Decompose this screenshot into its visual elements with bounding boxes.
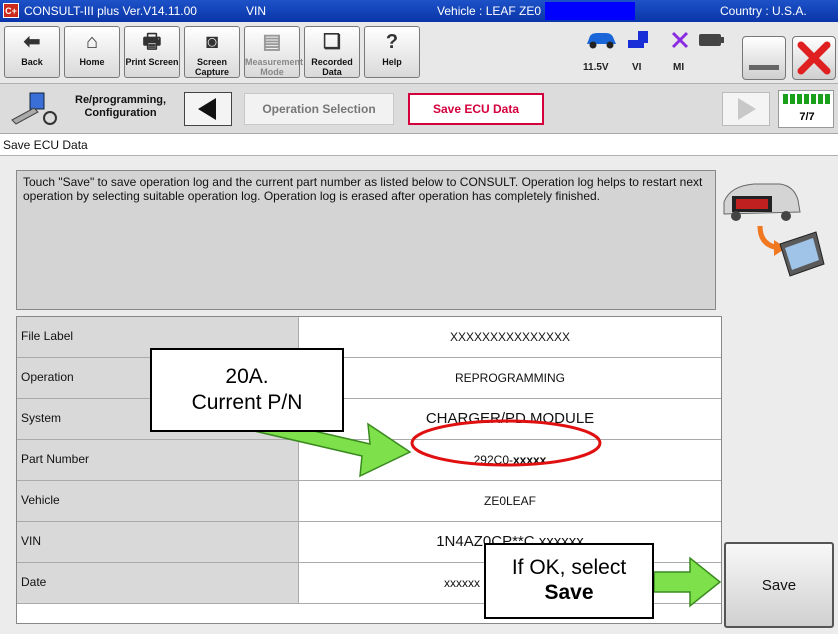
part-number-prefix: 292C0- [473,453,513,467]
file-label-value: XXXXXXXXXXXXXXX [449,330,571,344]
printer-icon: 🖶 [142,31,162,53]
close-button[interactable] [792,36,836,80]
row-label: Vehicle [17,481,299,521]
car-icon [587,33,616,49]
row-label: Part Number [17,440,299,480]
print-screen-button[interactable]: 🖶 Print Screen [124,26,180,78]
camera-icon: ◙ [205,31,219,53]
reprogramming-icon [11,92,57,125]
next-step-button[interactable] [722,92,770,126]
recorded-data-icon: ❏ [323,31,341,53]
vehicle-label: Vehicle : LEAF ZE0 [437,4,542,18]
save-button[interactable]: Save [724,542,834,628]
table-row: Operation REPROGRAMMING [17,358,721,399]
close-icon [797,41,831,75]
minimize-icon [749,65,779,70]
vi-label: VI [632,62,642,73]
row-label: VIN [17,522,299,562]
right-triangle-icon [738,98,756,120]
table-row: File Label XXXXXXXXXXXXXXX [17,317,721,358]
table-row: Vehicle ZE0LEAF [17,481,721,522]
part-number-value: 292C0-xxxxx [299,440,721,480]
page-count: 7/7 [799,111,815,123]
table-row: Part Number 292C0-xxxxx [17,440,721,481]
help-icon: ? [385,31,399,53]
navigation-bar: Re/programming, Configuration Operation … [0,84,838,134]
row-label: Date [17,563,299,603]
instruction-text: Touch "Save" to save operation log and t… [16,170,716,310]
nav-title: Re/programming, Configuration [75,94,167,119]
vi-connector-icon [628,31,648,48]
title-bar: C+ CONSULT-III plus Ver.V14.11.00 VIN Ve… [0,0,838,22]
back-button[interactable]: ⬅ Back [4,26,60,78]
redacted-vin-box [545,2,635,20]
vin-label: VIN [246,4,267,18]
help-button[interactable]: ? Help [364,26,420,78]
mi-disconnected-icon [671,31,689,49]
operation-value: REPROGRAMMING [454,371,565,385]
home-icon: ⌂ [85,31,99,53]
country-label: Country : U.S.A. [720,4,807,18]
battery-voltage: 11.5V [583,62,609,73]
back-arrow-icon: ⬅ [23,31,41,53]
home-button[interactable]: ⌂ Home [64,26,120,78]
step-progress: 7/7 [778,90,834,128]
save-callout: If OK, select Save [484,543,654,619]
vehicle-value: ZE0LEAF [483,494,537,508]
system-value: CHARGER/PD MODULE [425,410,595,427]
measurement-mode-button[interactable]: ▤ Measurement Mode [244,26,303,78]
screen-capture-button[interactable]: ◙ Screen Capture [184,26,240,78]
part-number-suffix: xxxxx [512,453,547,467]
status-area: 11.5V VI MI [580,26,730,80]
toolbar: ⬅ Back ⌂ Home 🖶 Print Screen ◙ Screen Ca… [0,22,838,84]
left-triangle-icon [198,98,216,120]
tab-operation-selection[interactable]: Operation Selection [244,93,394,125]
consult-logo-icon: C+ [3,3,19,18]
battery-icon [699,34,724,46]
app-title: CONSULT-III plus Ver.V14.11.00 [24,4,197,18]
section-title: Save ECU Data [0,134,838,156]
recorded-data-button[interactable]: ❏ Recorded Data [304,26,360,78]
progress-bars [783,94,831,104]
part-number-callout: 20A. Current P/N [150,348,344,432]
tab-save-ecu-data[interactable]: Save ECU Data [408,93,544,125]
previous-step-button[interactable] [184,92,232,126]
table-row: System CHARGER/PD MODULE [17,399,721,440]
mi-label: MI [673,62,685,73]
measurement-icon: ▤ [262,31,282,53]
vehicle-to-laptop-icon [723,183,825,277]
minimize-button[interactable] [742,36,786,80]
main-content: Touch "Save" to save operation log and t… [0,156,838,634]
